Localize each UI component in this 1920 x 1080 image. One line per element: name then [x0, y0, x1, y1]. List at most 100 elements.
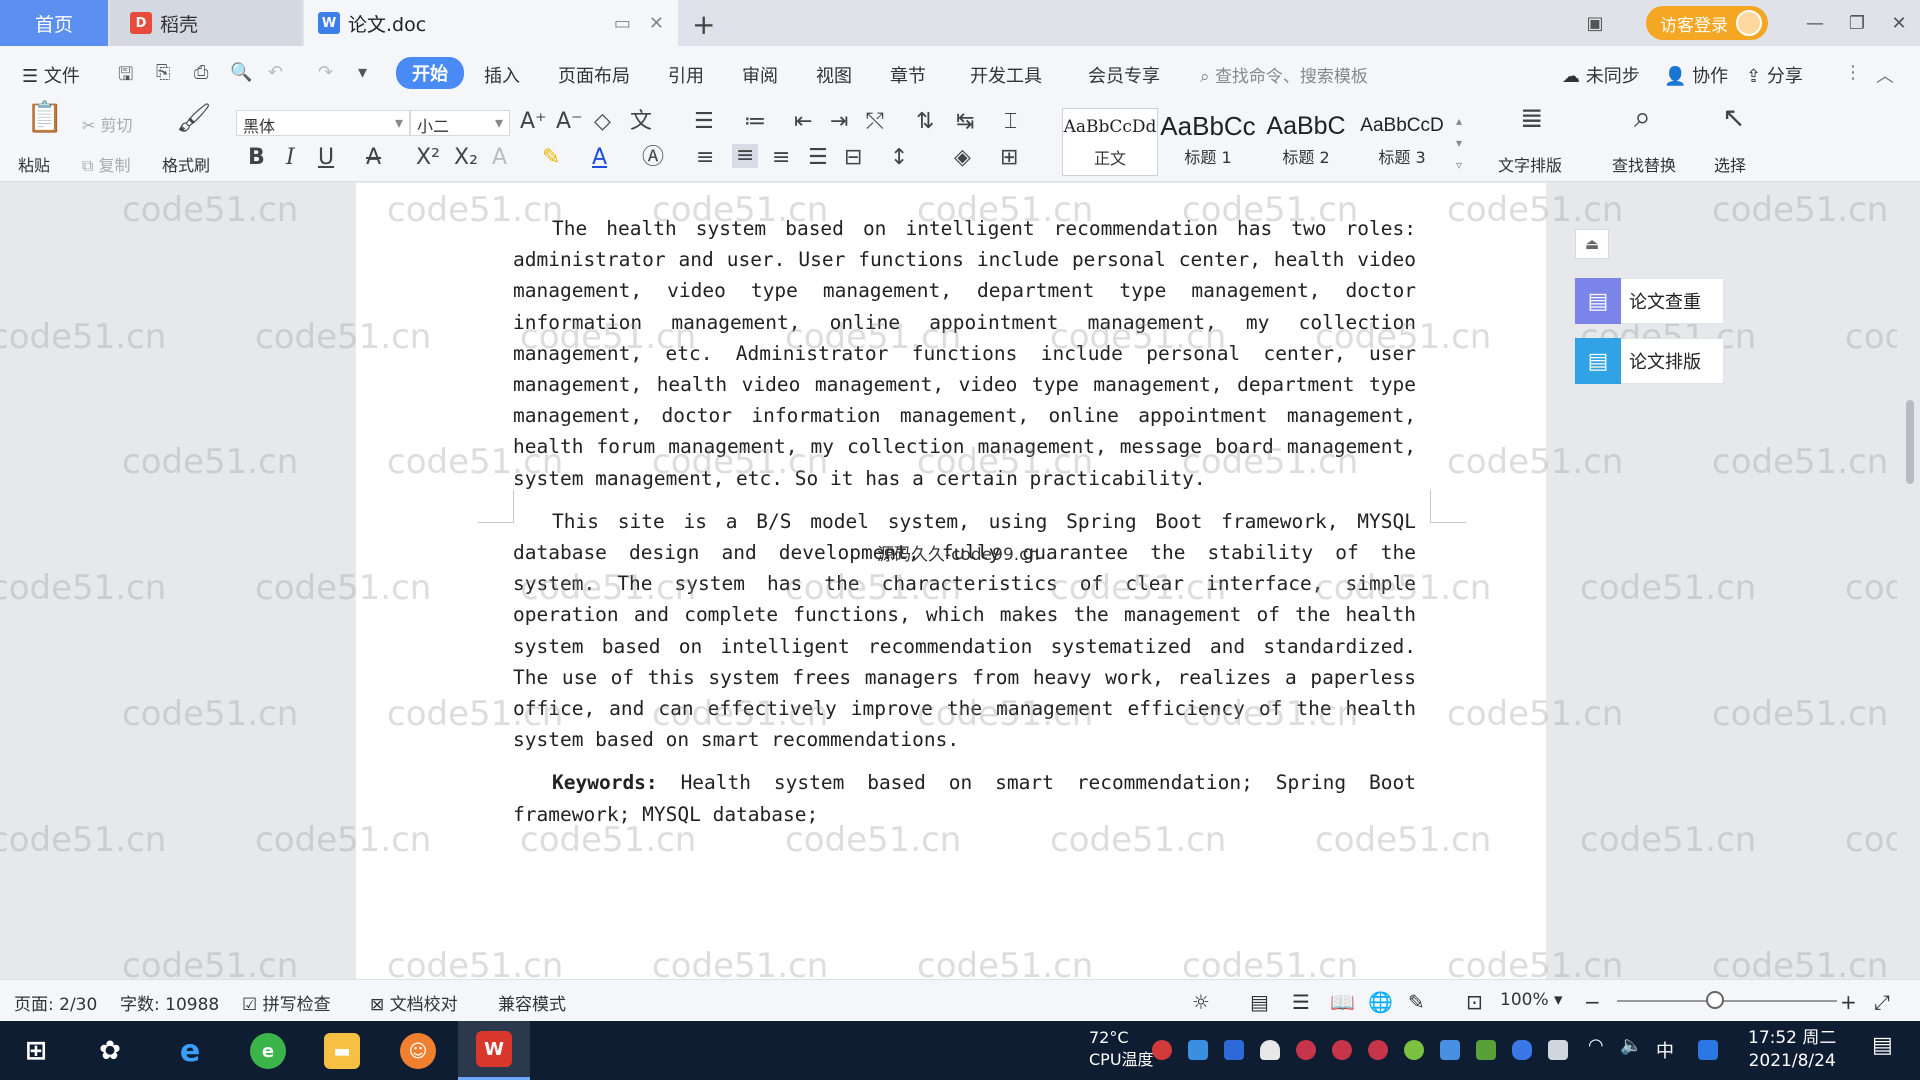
- bold-icon[interactable]: B: [248, 146, 265, 170]
- print-icon[interactable]: ⎙: [194, 62, 208, 83]
- font-name-select[interactable]: 黑体 ▾: [236, 110, 410, 136]
- restore-icon[interactable]: ❐: [1836, 13, 1878, 34]
- shield-icon[interactable]: [1224, 1040, 1244, 1060]
- bluetooth-icon[interactable]: [1512, 1040, 1532, 1060]
- style-heading-1[interactable]: AaBbCc 标题 1: [1160, 108, 1256, 176]
- browser-360-icon[interactable]: e: [250, 1033, 286, 1069]
- zoom-out-icon[interactable]: −: [1584, 990, 1601, 1014]
- text-effect-icon[interactable]: A: [492, 146, 507, 170]
- window-switch-icon[interactable]: ▣: [1574, 13, 1616, 34]
- thesis-check-button[interactable]: ▤ 论文查重: [1574, 278, 1724, 324]
- word-count[interactable]: 字数: 10988: [120, 990, 219, 1015]
- wps-taskbar-button[interactable]: W: [458, 1021, 530, 1080]
- notification-bell-icon[interactable]: [1260, 1040, 1280, 1060]
- italic-icon[interactable]: I: [286, 146, 295, 170]
- qq-icon[interactable]: [1296, 1040, 1316, 1060]
- page-view-icon[interactable]: ▤: [1250, 990, 1269, 1014]
- nvidia-icon[interactable]: [1476, 1040, 1496, 1060]
- tray-app-icon[interactable]: [1152, 1040, 1172, 1060]
- new-tab-button[interactable]: +: [692, 8, 715, 41]
- format-painter-button[interactable]: 格式刷: [162, 152, 210, 176]
- write-mode-icon[interactable]: ✎: [1408, 990, 1425, 1014]
- share-button[interactable]: ⇪ 分享: [1746, 62, 1803, 88]
- bullet-list-icon[interactable]: ☰: [694, 110, 714, 134]
- tray-app-icon[interactable]: [1698, 1040, 1718, 1060]
- subscript-icon[interactable]: X₂: [454, 146, 478, 170]
- tab-review[interactable]: 审阅: [742, 62, 778, 88]
- guest-login-button[interactable]: 访客登录: [1646, 6, 1768, 40]
- command-search[interactable]: ⌕ 查找命令、搜索模板: [1200, 62, 1368, 87]
- minimize-icon[interactable]: —: [1794, 13, 1836, 34]
- justify-icon[interactable]: ☰: [808, 146, 828, 170]
- clear-format-icon[interactable]: ◇: [594, 110, 611, 134]
- redo-icon[interactable]: ↷: [318, 62, 333, 83]
- line-spacing-icon[interactable]: ↕: [890, 146, 908, 170]
- tray-app-icon[interactable]: [1404, 1040, 1424, 1060]
- zoom-slider-handle[interactable]: [1706, 991, 1724, 1009]
- tab-view[interactable]: 视图: [816, 62, 852, 88]
- tab-insert[interactable]: 插入: [484, 62, 520, 88]
- customize-dropdown-icon[interactable]: ▾: [358, 62, 367, 83]
- vertical-scrollbar[interactable]: [1897, 200, 1920, 980]
- save-icon[interactable]: 🖫: [118, 62, 133, 92]
- more-options-icon[interactable]: ⋮: [1844, 62, 1862, 83]
- pin-window-icon[interactable]: ▭: [614, 13, 631, 34]
- style-heading-3[interactable]: AaBbCcD 标题 3: [1354, 108, 1450, 176]
- paste-button[interactable]: 粘贴: [18, 152, 50, 176]
- font-color-icon[interactable]: A: [592, 146, 607, 170]
- windows-start-icon[interactable]: ⊞: [18, 1033, 54, 1069]
- cpu-temperature[interactable]: 72°C CPU温度: [1089, 1027, 1154, 1071]
- chinese-layout-icon[interactable]: ⤲: [866, 110, 884, 134]
- export-icon[interactable]: ⎘: [156, 62, 170, 83]
- tray-app-icon[interactable]: [1188, 1040, 1208, 1060]
- action-center-icon[interactable]: ▤: [1872, 1033, 1893, 1058]
- font-size-select[interactable]: 小二 ▾: [410, 110, 510, 136]
- sort-icon[interactable]: ⇅: [916, 110, 934, 134]
- close-window-icon[interactable]: ✕: [1878, 13, 1920, 34]
- zoom-in-icon[interactable]: +: [1840, 990, 1857, 1014]
- page-indicator[interactable]: 页面: 2/30: [14, 990, 97, 1015]
- tab-document[interactable]: W 论文.doc ▭ ✕: [304, 0, 678, 46]
- text-layout-icon[interactable]: ≣: [1520, 104, 1543, 132]
- shading-icon[interactable]: ◈: [954, 146, 971, 170]
- sync-button[interactable]: ☁ 未同步: [1562, 62, 1640, 88]
- format-painter-icon[interactable]: 🖌: [176, 104, 212, 132]
- phonetic-icon[interactable]: 文: [630, 110, 652, 134]
- collapse-panel-icon[interactable]: ⏏: [1575, 229, 1609, 259]
- tray-app-icon[interactable]: [1440, 1040, 1460, 1060]
- tab-start[interactable]: 开始: [396, 57, 464, 89]
- show-marks-icon[interactable]: ⌶: [1004, 110, 1017, 134]
- eye-protect-icon[interactable]: ☼: [1192, 990, 1210, 1014]
- cursor-select-icon[interactable]: ↖: [1722, 104, 1745, 132]
- print-preview-icon[interactable]: 🔍: [230, 62, 252, 83]
- zoom-level[interactable]: 100% ▾: [1500, 990, 1563, 1010]
- align-left-icon[interactable]: ≡: [696, 146, 714, 170]
- tab-member[interactable]: 会员专享: [1088, 62, 1160, 88]
- zoom-slider[interactable]: [1617, 1000, 1837, 1002]
- find-replace-button[interactable]: 查找替换: [1612, 152, 1676, 176]
- borders-icon[interactable]: ⊞: [1000, 146, 1018, 170]
- web-view-icon[interactable]: 🌐: [1368, 990, 1393, 1014]
- qq-icon[interactable]: [1332, 1040, 1352, 1060]
- proofread-button[interactable]: ⊠ 文档校对: [370, 990, 458, 1015]
- cut-button[interactable]: ✂ 剪切: [82, 112, 133, 136]
- align-right-icon[interactable]: ≡: [772, 146, 790, 170]
- tab-page-layout[interactable]: 页面布局: [558, 62, 630, 88]
- superscript-icon[interactable]: X²: [416, 146, 440, 170]
- increase-indent-icon[interactable]: ⇥: [830, 110, 848, 134]
- search-icon[interactable]: ⌕: [1634, 103, 1651, 133]
- highlight-icon[interactable]: ✎: [542, 146, 560, 170]
- spell-check-button[interactable]: ☑ 拼写检查: [242, 990, 331, 1015]
- tab-chapter[interactable]: 章节: [890, 62, 926, 88]
- text-layout-button[interactable]: 文字排版: [1498, 152, 1562, 176]
- read-view-icon[interactable]: 📖: [1330, 990, 1355, 1014]
- wifi-icon[interactable]: ◠: [1588, 1035, 1608, 1056]
- volume-icon[interactable]: 🔈: [1620, 1035, 1642, 1056]
- input-method-indicator[interactable]: 中: [1656, 1037, 1674, 1063]
- collapse-ribbon-icon[interactable]: ︿: [1876, 62, 1894, 88]
- system-clock[interactable]: 17:52 周二 2021/8/24: [1748, 1027, 1836, 1073]
- undo-icon[interactable]: ↶: [268, 62, 283, 83]
- fullscreen-icon[interactable]: ⤢: [1874, 990, 1890, 1014]
- align-center-icon[interactable]: ≡: [732, 144, 759, 168]
- thesis-layout-button[interactable]: ▤ 论文排版: [1574, 338, 1724, 384]
